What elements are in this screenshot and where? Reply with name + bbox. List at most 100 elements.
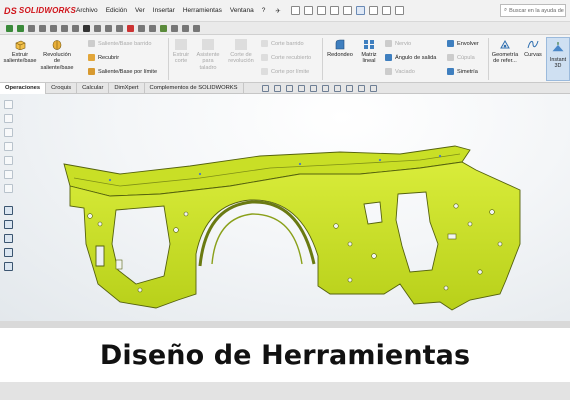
- save-icon[interactable]: [316, 6, 326, 15]
- boundary-boss-button[interactable]: Saliente/Base por límite: [88, 68, 157, 75]
- loft-cut-icon: [261, 54, 268, 61]
- configuration-manager-icon[interactable]: [4, 128, 13, 137]
- caption-banner: Diseño de Herramientas: [0, 328, 570, 382]
- sum-icon[interactable]: [83, 24, 90, 32]
- menu-ver[interactable]: Ver: [135, 7, 145, 14]
- dome-icon: [447, 54, 454, 61]
- fillet-button[interactable]: Redondeo: [325, 39, 355, 58]
- previous-view-icon[interactable]: [285, 84, 293, 92]
- tab-calcular[interactable]: Calcular: [77, 82, 110, 94]
- tab-dimxpert[interactable]: DimXpert: [109, 82, 145, 94]
- select-pointer-icon[interactable]: [355, 6, 365, 15]
- draft-button[interactable]: Ángulo de salida: [385, 54, 436, 61]
- display-style-icon[interactable]: [321, 84, 329, 92]
- cam-icon[interactable]: [4, 170, 13, 179]
- hole-wizard-button[interactable]: Asistente para taladro: [194, 39, 222, 71]
- menu-insertar[interactable]: Insertar: [153, 7, 175, 14]
- help-search-input[interactable]: ⌕ Buscar en la ayuda de: [500, 4, 566, 17]
- dimxpert-manager-icon[interactable]: [4, 142, 13, 151]
- boundary-cut-label: Corte por límite: [271, 68, 310, 75]
- graphics-area[interactable]: [0, 94, 570, 321]
- rebuild-icon[interactable]: [368, 6, 378, 15]
- divider-strip: [0, 321, 570, 328]
- property-manager-icon[interactable]: [4, 114, 13, 123]
- spline-icon[interactable]: [61, 24, 68, 32]
- feature-tree-icon[interactable]: [4, 100, 13, 109]
- pin-icon[interactable]: ✈: [275, 7, 280, 15]
- command-manager: Extruir saliente/base Revolución de sali…: [0, 35, 570, 83]
- reference-geometry-button[interactable]: Geometría de refer...: [490, 39, 520, 65]
- revolve-boss-button[interactable]: Revolución de saliente/base: [40, 39, 74, 71]
- mirror-button[interactable]: Simetría: [447, 68, 478, 75]
- circle-icon[interactable]: [39, 24, 46, 32]
- solidworks-logo: DS SOLIDWORKS: [0, 6, 76, 16]
- instant2d-icon[interactable]: [160, 24, 167, 32]
- bottom-band: [0, 382, 570, 400]
- curves-button[interactable]: Curvas: [522, 39, 544, 58]
- apply-scene-icon[interactable]: [357, 84, 365, 92]
- shell-button[interactable]: Vaciado: [385, 68, 415, 75]
- revolve-cut-button[interactable]: Corte de revolución: [224, 39, 258, 65]
- loft-boss-button[interactable]: Recubrir: [88, 54, 119, 61]
- tab-croquis[interactable]: Croquis: [46, 82, 78, 94]
- menu-help[interactable]: ?: [262, 7, 266, 14]
- trim-icon[interactable]: [94, 24, 101, 32]
- print-icon[interactable]: [329, 6, 339, 15]
- sketch-icon[interactable]: [6, 24, 13, 32]
- check-icon[interactable]: [182, 24, 189, 32]
- task-pane-resources-icon[interactable]: [4, 206, 13, 215]
- view-palette-icon[interactable]: [4, 248, 13, 257]
- extrude-cut-button[interactable]: Extruir corte: [171, 39, 191, 65]
- relations-icon[interactable]: [127, 24, 134, 32]
- undo-icon[interactable]: [342, 6, 352, 15]
- shaded-sketch-icon[interactable]: [171, 24, 178, 32]
- file-properties-icon[interactable]: [381, 6, 391, 15]
- linear-pattern-icon: [364, 40, 374, 49]
- loft-cut-button[interactable]: Corte recubierto: [261, 54, 311, 61]
- arc-icon[interactable]: [50, 24, 57, 32]
- polygon-icon[interactable]: [72, 24, 79, 32]
- boundary-cut-button[interactable]: Corte por límite: [261, 68, 309, 75]
- tab-operaciones[interactable]: Operaciones: [0, 82, 47, 94]
- edit-appearance-icon[interactable]: [345, 84, 353, 92]
- new-document-icon[interactable]: [290, 6, 300, 15]
- zoom-to-fit-icon[interactable]: [261, 84, 269, 92]
- section-view-icon[interactable]: [297, 84, 305, 92]
- move-entities-icon[interactable]: [193, 24, 200, 32]
- file-explorer-icon[interactable]: [4, 234, 13, 243]
- sweep-boss-label: Saliente/Base barrido: [98, 40, 152, 47]
- menu-edicion[interactable]: Edición: [106, 7, 127, 14]
- tab-complementos[interactable]: Complementos de SOLIDWORKS: [145, 82, 244, 94]
- menu-archivo[interactable]: Archivo: [76, 7, 98, 14]
- caption-title: Diseño de Herramientas: [99, 339, 471, 371]
- revolve-icon: [52, 40, 62, 50]
- view-settings-icon[interactable]: [369, 84, 377, 92]
- smart-dimension-icon[interactable]: [17, 24, 24, 32]
- menu-ventana[interactable]: Ventana: [230, 7, 254, 14]
- zoom-area-icon[interactable]: [273, 84, 281, 92]
- open-icon[interactable]: [303, 6, 313, 15]
- heads-up-view-toolbar: [261, 84, 377, 92]
- custom-properties-icon[interactable]: [4, 262, 13, 271]
- view-orientation-icon[interactable]: [309, 84, 317, 92]
- mirror-icon: [447, 68, 454, 75]
- dome-button[interactable]: Cúpula: [447, 54, 475, 61]
- linear-pattern-button[interactable]: Matriz lineal: [356, 39, 382, 65]
- design-library-icon[interactable]: [4, 220, 13, 229]
- offset-icon[interactable]: [105, 24, 112, 32]
- rib-button[interactable]: Nervio: [385, 40, 411, 47]
- mirror-sketch-icon[interactable]: [116, 24, 123, 32]
- appearance-icon[interactable]: [4, 184, 13, 193]
- sweep-boss-button[interactable]: Saliente/Base barrido: [88, 40, 152, 47]
- line-icon[interactable]: [28, 24, 35, 32]
- extrude-boss-button[interactable]: Extruir saliente/base: [3, 39, 37, 65]
- menu-herramientas[interactable]: Herramientas: [183, 7, 222, 14]
- repair-icon[interactable]: [138, 24, 145, 32]
- hide-show-items-icon[interactable]: [333, 84, 341, 92]
- sweep-cut-button[interactable]: Corte barrido: [261, 40, 304, 47]
- display-manager-icon[interactable]: [4, 156, 13, 165]
- wrap-button[interactable]: Envolver: [447, 40, 479, 47]
- options-gear-icon[interactable]: [394, 6, 404, 15]
- quick-snaps-icon[interactable]: [149, 24, 156, 32]
- instant3d-button[interactable]: Instant 3D: [546, 37, 570, 81]
